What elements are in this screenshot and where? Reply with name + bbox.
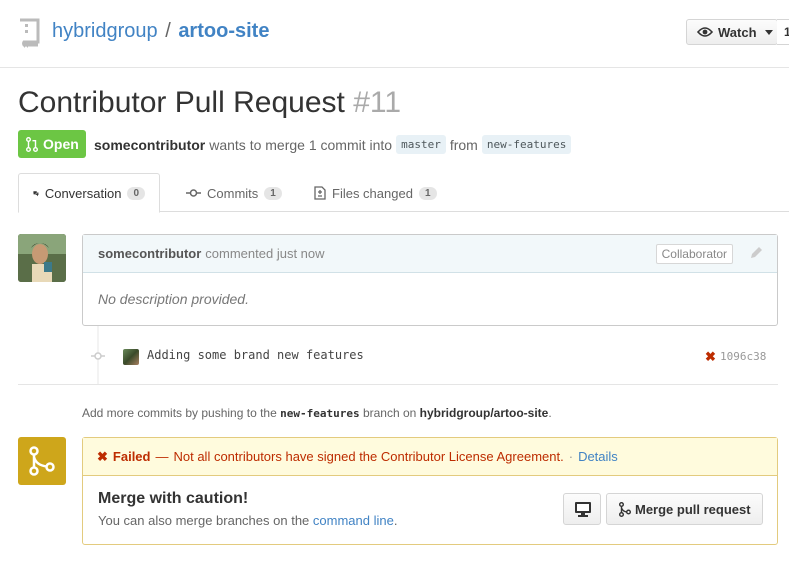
tab-conversation[interactable]: Conversation 0: [18, 173, 160, 213]
help-prefix: Add more commits by pushing to the: [82, 406, 277, 420]
merge-status-bar: ✖ Failed — Not all contributors have sig…: [83, 438, 777, 476]
x-failed-icon: ✖: [97, 448, 108, 464]
pr-tabs: Conversation 0 Commits 1 Files changed 1: [18, 173, 789, 213]
comment-author-link[interactable]: somecontributor: [98, 246, 201, 261]
merge-subtitle: You can also merge branches on the comma…: [98, 513, 397, 528]
git-merge-icon: [29, 446, 55, 476]
pr-from-text: from: [449, 136, 478, 153]
repo-book-icon: [20, 18, 40, 48]
help-suffix: .: [548, 406, 552, 420]
merge-box: ✖ Failed — Not all contributors have sig…: [82, 437, 778, 545]
tab-files-changed-count: 1: [418, 186, 437, 200]
eye-icon: [697, 27, 713, 37]
pr-title-text: Contributor Pull Request: [18, 86, 345, 119]
merge-subtitle-prefix: You can also merge branches on the: [98, 513, 310, 528]
status-badge: Open: [18, 130, 86, 158]
tab-conversation-count: 0: [127, 186, 145, 200]
chevron-down-icon: [764, 29, 773, 35]
repo-name-link[interactable]: artoo-site: [178, 20, 269, 42]
git-merge-icon: [619, 501, 631, 517]
pencil-icon[interactable]: [749, 246, 763, 260]
status-dash: —: [155, 449, 169, 464]
open-in-desktop-button[interactable]: [563, 493, 601, 525]
merge-pull-request-button[interactable]: Merge pull request: [606, 493, 763, 525]
comment-box: somecontributor commented just now Colla…: [82, 234, 778, 326]
divider: [18, 384, 778, 385]
commit-icon: [186, 189, 201, 197]
pr-meta: somecontributor wants to merge 1 commit …: [94, 135, 572, 154]
tab-commits-label: Commits: [207, 185, 259, 201]
avatar[interactable]: [18, 234, 66, 282]
comment-timestamp: commented just now: [205, 246, 325, 261]
commit-icon: [91, 352, 105, 360]
collaborator-badge: Collaborator: [655, 244, 733, 264]
file-diff-icon: [314, 186, 326, 200]
tab-files-changed-label: Files changed: [332, 185, 413, 201]
page-title: Contributor Pull Request #11: [18, 86, 401, 120]
avatar-photo: [18, 234, 66, 282]
comment-body: No description provided.: [98, 291, 249, 307]
watch-button[interactable]: Watch: [686, 19, 778, 45]
status-badge-label: Open: [43, 136, 79, 152]
tab-commits-count: 1: [264, 186, 282, 200]
merge-title: Merge with caution!: [98, 490, 249, 507]
status-dot: ·: [568, 449, 574, 464]
help-middle: branch on: [362, 406, 417, 420]
x-failed-icon[interactable]: ✖: [705, 349, 716, 365]
commit-sha-link[interactable]: 1096c38: [720, 350, 766, 363]
pr-action-text: wants to merge 1 commit into: [209, 136, 393, 153]
help-repo: hybridgroup/artoo-site: [419, 406, 549, 420]
base-branch: master: [396, 135, 446, 154]
head-branch: new-features: [481, 135, 572, 154]
command-line-link[interactable]: command line: [313, 513, 394, 528]
comment-header: somecontributor commented just now Colla…: [83, 235, 777, 273]
commit-author-avatar[interactable]: [123, 349, 139, 365]
pr-author-link[interactable]: somecontributor: [94, 137, 205, 153]
pr-number: #11: [353, 86, 402, 119]
comment-discussion-icon: [33, 190, 39, 196]
status-failed-label: Failed: [112, 449, 151, 464]
desktop-icon: [575, 502, 591, 517]
status-message: Not all contributors have signed the Con…: [173, 449, 564, 464]
watch-count[interactable]: 1: [777, 19, 789, 45]
tab-conversation-label: Conversation: [44, 185, 122, 201]
watch-label: Watch: [718, 24, 757, 40]
merge-button-label: Merge pull request: [635, 501, 751, 517]
details-link[interactable]: Details: [578, 449, 618, 464]
pull-request-icon: [26, 136, 38, 152]
repo-header: hybridgroup / artoo-site Watch 1: [0, 0, 789, 68]
repo-title: hybridgroup / artoo-site: [52, 20, 269, 43]
tab-commits[interactable]: Commits 1: [172, 173, 296, 213]
repo-separator: /: [165, 20, 171, 42]
merge-subtitle-suffix: .: [393, 513, 398, 528]
merge-status-icon: [18, 437, 66, 485]
help-branch: new-features: [280, 407, 360, 420]
tab-files-changed[interactable]: Files changed 1: [300, 173, 451, 213]
repo-owner-link[interactable]: hybridgroup: [52, 20, 158, 42]
push-help-text: Add more commits by pushing to the new-f…: [82, 406, 552, 420]
commit-message-link[interactable]: Adding some brand new features: [147, 348, 364, 362]
